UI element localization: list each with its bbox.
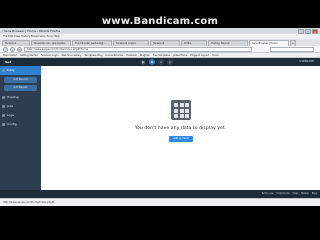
- bookmark-item[interactable]: Facebook Login: [41, 53, 59, 57]
- url-bar[interactable]: http://www.sense.com/home/index.php#/hom…: [24, 47, 252, 53]
- add-report-button[interactable]: Add Report: [4, 85, 37, 91]
- reload-icon[interactable]: ↻: [17, 47, 22, 53]
- sidebar-item-config[interactable]: Config: [0, 120, 41, 129]
- sidebar-item-jobs[interactable]: Jobs: [0, 102, 41, 111]
- footer-link[interactable]: Blog: [312, 190, 317, 198]
- user-menu[interactable]: USERNAME: [299, 58, 314, 66]
- bookmark-item[interactable]: Home: [212, 53, 219, 57]
- app-top-bar: Sed ▦ ⚙ ⌂ ◎ USERNAME: [0, 58, 320, 66]
- sidebar-item-label: Hosting: [7, 95, 19, 99]
- add-client-button[interactable]: Add a client: [169, 136, 193, 142]
- footer-link[interactable]: Status: [301, 190, 309, 198]
- app-brand[interactable]: Sed: [5, 58, 11, 66]
- server-icon: [2, 96, 5, 99]
- calendar-icon[interactable]: ▦: [140, 59, 146, 65]
- bookmark-item[interactable]: Most Visited: [3, 53, 17, 57]
- grid-icon: [171, 100, 191, 120]
- bookmark-item[interactable]: Facebook: [126, 53, 137, 57]
- home-icon[interactable]: ⌂: [158, 59, 164, 65]
- footer-link[interactable]: Help: [293, 190, 298, 198]
- maximize-icon[interactable]: □: [305, 28, 311, 34]
- main-content: You don't have any data to display yet. …: [41, 66, 320, 190]
- navigation-bar: ‹ › ↻ http://www.sense.com/home/index.ph…: [0, 46, 320, 53]
- empty-state-message: You don't have any data to display yet.: [134, 126, 227, 131]
- list-icon: [2, 114, 5, 117]
- bookmark-item[interactable]: Jadwal Tema: [173, 53, 187, 57]
- footer-link[interactable]: Downloads: [276, 190, 289, 198]
- sidebar-item-hosting[interactable]: Hosting: [0, 93, 41, 102]
- search-input[interactable]: [270, 47, 314, 53]
- recording-watermark: www.Bandicam.com: [101, 16, 219, 27]
- sidebar-item-logs[interactable]: Logs: [0, 111, 41, 120]
- status-bar: http://www.sense.com/home/index.php#: [0, 198, 320, 206]
- bookmark-item[interactable]: Wordpress Blog: [85, 53, 103, 57]
- briefcase-icon: [2, 105, 5, 108]
- sidebar-item-label: Jobs: [7, 104, 14, 108]
- back-icon[interactable]: ‹: [3, 47, 8, 53]
- wrench-icon: [2, 123, 5, 126]
- bookmark-item[interactable]: Free Templates: [153, 53, 170, 57]
- add-record-button[interactable]: Add Record: [4, 77, 37, 83]
- close-icon[interactable]: ×: [312, 28, 318, 34]
- footer-link[interactable]: Terms use: [261, 190, 273, 198]
- dashboard-icon: [2, 69, 5, 72]
- bookmark-item[interactable]: Getting Started: [20, 53, 38, 57]
- sidebar: Daily Add Record Add Report Hosting Jobs…: [0, 66, 41, 190]
- bookmark-item[interactable]: Blogspot Layout: [190, 53, 209, 57]
- bookmark-item[interactable]: Online Tutorials: [105, 53, 123, 57]
- target-icon[interactable]: ◎: [167, 59, 173, 65]
- bookmark-item[interactable]: BlogHub: [140, 53, 150, 57]
- minimize-icon[interactable]: –: [298, 28, 304, 34]
- top-nav-icons: ▦ ⚙ ⌂ ◎: [140, 59, 173, 65]
- footer-links: Terms use Downloads Help Status Blog: [261, 190, 317, 198]
- gear-icon[interactable]: ⚙: [149, 59, 155, 65]
- forward-icon[interactable]: ›: [10, 47, 15, 53]
- app-footer: Terms use Downloads Help Status Blog: [0, 190, 320, 198]
- sidebar-item-label: Logs: [7, 113, 14, 117]
- tab-strip: Facebook facebook.net - app builder Food…: [0, 39, 320, 46]
- window-title: Sens Browser | Home - Mozilla Firefox: [4, 29, 61, 33]
- sidebar-item-label: Daily: [7, 68, 15, 72]
- bookmark-item[interactable]: Web Slice Gallery: [61, 53, 81, 57]
- sidebar-item-daily[interactable]: Daily: [0, 66, 41, 75]
- sidebar-item-label: Config: [7, 122, 17, 126]
- browser-window: Sens Browser | Home - Mozilla Firefox – …: [0, 28, 320, 206]
